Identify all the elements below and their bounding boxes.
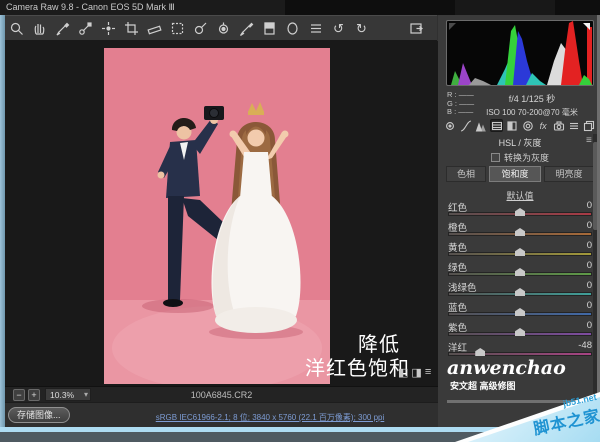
presets-menu-icon[interactable]: [307, 20, 324, 37]
white-balance-tool-icon[interactable]: [54, 20, 71, 37]
grayscale-checkbox[interactable]: [490, 153, 500, 162]
slider-aqua: 浅绿色 0: [448, 280, 594, 300]
preview-menu-icon[interactable]: ≡: [425, 366, 431, 379]
highlight-clipping-indicator[interactable]: [583, 23, 590, 30]
grayscale-checkbox-row: 转换为灰度: [446, 151, 594, 164]
iso-lens-label: ISO 100 70-200@70 毫米: [486, 108, 578, 117]
transform-tool-icon[interactable]: [169, 20, 186, 37]
grayscale-checkbox-label: 转换为灰度: [503, 153, 549, 163]
before-after-left-icon[interactable]: ◧: [398, 366, 408, 379]
tab-hue[interactable]: 色相: [446, 166, 486, 182]
radial-filter-tool-icon[interactable]: [284, 20, 301, 37]
slider-value: 0: [586, 240, 592, 251]
photo-canvas[interactable]: [104, 48, 330, 390]
slider-value: 0: [586, 280, 592, 291]
tab-basic-icon[interactable]: [444, 119, 457, 132]
slider-value: 0: [586, 200, 592, 211]
slider-value: 0: [586, 220, 592, 231]
tab-luminance[interactable]: 明亮度: [544, 166, 594, 182]
title-bar: Camera Raw 9.8 - Canon EOS 5D Mark Ⅲ: [0, 0, 600, 15]
crop-tool-icon[interactable]: [123, 20, 140, 37]
tab-saturation[interactable]: 饱和度: [489, 166, 541, 182]
tab-detail-icon[interactable]: [475, 119, 488, 132]
slider-track[interactable]: [448, 208, 592, 216]
slider-thumb[interactable]: [515, 288, 525, 296]
slider-red: 红色 0: [448, 200, 594, 220]
before-after-right-icon[interactable]: ◨: [411, 366, 421, 379]
tab-effects-icon[interactable]: fx: [537, 119, 550, 132]
tab-hsl-grayscale-icon[interactable]: [490, 119, 504, 132]
window-title: Camera Raw 9.8 - Canon EOS 5D Mark Ⅲ: [6, 2, 175, 12]
rotate-right-icon[interactable]: ↻: [353, 20, 370, 37]
slider-track[interactable]: [448, 308, 592, 316]
slider-value: 0: [586, 260, 592, 271]
slider-thumb[interactable]: [515, 228, 525, 236]
slider-track[interactable]: [448, 268, 592, 276]
slider-track[interactable]: [448, 328, 592, 336]
slider-orange: 橙色 0: [448, 220, 594, 240]
tab-lens-corrections-icon[interactable]: [521, 119, 534, 132]
slider-thumb[interactable]: [515, 308, 525, 316]
hand-tool-icon[interactable]: [31, 20, 48, 37]
slider-thumb[interactable]: [515, 328, 525, 336]
toggle-fullscreen-icon[interactable]: [408, 20, 425, 37]
background-window-block: [555, 0, 600, 15]
color-sampler-tool-icon[interactable]: [77, 20, 94, 37]
filename-label: 100A6845.CR2: [190, 390, 253, 400]
slider-value: -48: [578, 340, 592, 351]
preview-mode-toggles: ◧ ◨ ≡: [398, 366, 431, 379]
slider-track[interactable]: [448, 288, 592, 296]
targeted-adjustment-tool-icon[interactable]: [100, 20, 117, 37]
wedding-photo: [104, 48, 330, 390]
tutorial-overlay-line2: 洋红色饱和: [305, 358, 410, 380]
camera-raw-window: Camera Raw 9.8 - Canon EOS 5D Mark Ⅲ ↺ ↻: [0, 0, 600, 442]
toolbar: ↺ ↻: [0, 15, 437, 41]
aperture-shutter-label: f/4 1/125 秒: [508, 94, 556, 104]
watermark-cn-text: 安文超 高级修图: [450, 381, 516, 391]
window-edge-left: [0, 15, 5, 427]
panel-menu-icon[interactable]: ≡: [586, 135, 592, 146]
tab-camera-calibration-icon[interactable]: [552, 119, 565, 132]
slider-green: 绿色 0: [448, 260, 594, 280]
panel-tab-strip: fx: [444, 118, 596, 133]
slider-value: 0: [586, 300, 592, 311]
slider-track[interactable]: [448, 348, 592, 356]
slider-thumb[interactable]: [515, 208, 525, 216]
slider-thumb[interactable]: [515, 268, 525, 276]
slider-purple: 紫色 0: [448, 320, 594, 340]
straighten-tool-icon[interactable]: [146, 20, 163, 37]
slider-value: 0: [586, 320, 592, 331]
spot-removal-tool-icon[interactable]: [192, 20, 209, 37]
histogram: [446, 20, 594, 86]
watermark-script-text: anwenchao: [447, 357, 566, 379]
tab-presets-icon[interactable]: [568, 119, 581, 132]
panel-header: HSL / 灰度: [498, 138, 542, 148]
status-row: − + 10.3% ▾ 100A6845.CR2: [5, 386, 438, 402]
background-window-block: [455, 0, 555, 15]
slider-yellow: 黄色 0: [448, 240, 594, 260]
slider-track[interactable]: [448, 228, 592, 236]
background-window-block: [285, 0, 455, 15]
exif-info: f/4 1/125 秒 ISO 100 70-200@70 毫米: [470, 92, 594, 118]
zoom-tool-icon[interactable]: [8, 20, 25, 37]
slider-thumb[interactable]: [475, 348, 486, 356]
tab-split-toning-icon[interactable]: [506, 119, 519, 132]
tab-snapshots-icon[interactable]: [583, 119, 596, 132]
tab-tone-curve-icon[interactable]: [459, 119, 472, 132]
rotate-left-icon[interactable]: ↺: [330, 20, 347, 37]
slider-blue: 蓝色 0: [448, 300, 594, 320]
graduated-filter-tool-icon[interactable]: [261, 20, 278, 37]
workflow-options-link[interactable]: sRGB IEC61966-2.1; 8 位; 3840 x 5760 (22.…: [110, 412, 430, 423]
slider-thumb[interactable]: [515, 248, 525, 256]
save-image-button[interactable]: 存储图像...: [8, 407, 70, 423]
histogram-plot: [451, 21, 592, 85]
red-eye-tool-icon[interactable]: [215, 20, 232, 37]
adjustment-brush-tool-icon[interactable]: [238, 20, 255, 37]
shadow-clipping-indicator[interactable]: [449, 23, 456, 30]
slider-track[interactable]: [448, 248, 592, 256]
